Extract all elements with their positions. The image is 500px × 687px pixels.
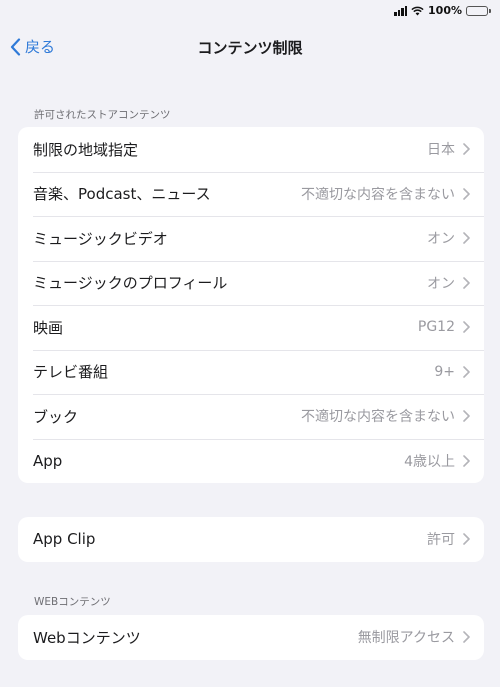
chevron-right-icon	[463, 631, 470, 644]
app-clip-group: App Clip 許可	[18, 517, 484, 562]
row-value: オン	[427, 231, 455, 248]
row-label: App Clip	[33, 530, 96, 549]
chevron-right-icon	[463, 533, 470, 546]
row-value: 日本	[427, 142, 455, 159]
row-apps[interactable]: App 4歳以上	[18, 438, 484, 484]
wifi-icon	[411, 6, 424, 15]
row-app-clip[interactable]: App Clip 許可	[18, 517, 484, 562]
row-books[interactable]: ブック 不適切な内容を含まない	[18, 394, 484, 439]
chevron-right-icon	[463, 143, 470, 156]
row-label: テレビ番組	[33, 363, 109, 382]
chevron-right-icon	[463, 410, 470, 423]
row-value: 不適切な内容を含まない	[301, 186, 455, 203]
web-content-group: Webコンテンツ 無制限アクセス	[18, 615, 484, 660]
battery-percent: 100%	[428, 4, 462, 17]
row-label: ブック	[33, 407, 79, 426]
row-music-podcast-news[interactable]: 音楽、Podcast、ニュース 不適切な内容を含まない	[18, 171, 484, 217]
row-value: 不適切な内容を含まない	[301, 409, 455, 426]
row-value: 許可	[427, 532, 455, 549]
row-label: 音楽、Podcast、ニュース	[33, 185, 211, 204]
row-music-videos[interactable]: ミュージックビデオ オン	[18, 216, 484, 261]
section-header-web: WEBコンテンツ	[34, 596, 111, 608]
row-label: 制限の地域指定	[33, 140, 139, 159]
section-header-store: 許可されたストアコンテンツ	[34, 109, 171, 121]
signal-icon	[394, 5, 408, 16]
chevron-right-icon	[463, 365, 470, 378]
row-value: 9+	[434, 363, 455, 380]
row-region[interactable]: 制限の地域指定 日本	[18, 127, 484, 172]
status-bar: 100%	[394, 4, 491, 17]
row-tv-shows[interactable]: テレビ番組 9+	[18, 349, 484, 395]
row-label: Webコンテンツ	[33, 628, 141, 647]
navigation-bar: 戻る コンテンツ制限	[0, 36, 500, 62]
row-label: 映画	[33, 318, 64, 337]
chevron-right-icon	[463, 321, 470, 334]
chevron-right-icon	[463, 454, 470, 467]
row-value: オン	[427, 275, 455, 292]
row-value: 無制限アクセス	[357, 630, 455, 647]
row-label: ミュージックビデオ	[33, 229, 168, 248]
row-web-content[interactable]: Webコンテンツ 無制限アクセス	[18, 615, 484, 660]
chevron-right-icon	[463, 187, 470, 200]
row-movies[interactable]: 映画 PG12	[18, 305, 484, 350]
row-value: 4歳以上	[404, 453, 455, 470]
row-value: PG12	[417, 319, 455, 336]
store-content-group: 制限の地域指定 日本 音楽、Podcast、ニュース 不適切な内容を含まない ミ…	[18, 127, 484, 483]
screen: 100% 戻る コンテンツ制限 許可されたストアコンテンツ 制限の地域指定 日本…	[0, 0, 500, 687]
battery-icon	[466, 5, 491, 16]
page-title: コンテンツ制限	[197, 39, 303, 57]
chevron-right-icon	[463, 232, 470, 245]
row-label: ミュージックのプロフィール	[33, 274, 228, 293]
row-label: App	[33, 451, 63, 470]
chevron-right-icon	[463, 276, 470, 289]
row-music-profile[interactable]: ミュージックのプロフィール オン	[18, 260, 484, 306]
